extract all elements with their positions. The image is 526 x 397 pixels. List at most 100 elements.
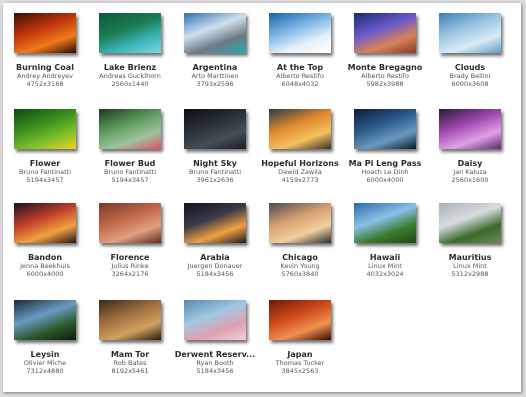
- wallpaper-title: Chicago: [282, 253, 318, 262]
- wallpaper-tile[interactable]: Derwent Reserv... Ryan Booth 5184x3456: [173, 300, 257, 375]
- wallpaper-title: Ma Pi Leng Pass: [348, 159, 422, 168]
- wallpaper-resolution: 7312x4880: [26, 367, 64, 375]
- wallpaper-author: Bruno Fantinatti: [188, 168, 242, 176]
- wallpaper-thumbnail[interactable]: [14, 109, 76, 149]
- wallpaper-title: Japan: [287, 350, 313, 359]
- wallpaper-thumbnail[interactable]: [269, 13, 331, 53]
- wallpaper-thumbnail[interactable]: [269, 109, 331, 149]
- wallpaper-resolution: 4752x3168: [26, 80, 64, 88]
- wallpaper-author: Arto Marttinen: [191, 72, 239, 80]
- wallpaper-tile[interactable]: Hopeful Horizons Dawid Zawila 4159x2773: [258, 109, 342, 184]
- wallpaper-thumbnail[interactable]: [439, 109, 501, 149]
- wallpaper-title: Hopeful Horizons: [261, 159, 339, 168]
- wallpaper-thumbnail[interactable]: [269, 203, 331, 243]
- wallpaper-tile[interactable]: Burning Coal Andrey Andreyev 4752x3168: [3, 13, 87, 88]
- wallpaper-thumbnail[interactable]: [269, 300, 331, 340]
- wallpaper-tile[interactable]: Mauritius Linux Mint 5312x2988: [428, 203, 512, 278]
- wallpaper-thumbnail[interactable]: [14, 300, 76, 340]
- wallpaper-tile[interactable]: Chicago Kevin Young 5760x3840: [258, 203, 342, 278]
- wallpaper-resolution: 6000x3608: [451, 80, 489, 88]
- wallpaper-resolution: 6000x4000: [26, 270, 64, 278]
- wallpaper-author: Dawid Zawila: [278, 168, 322, 176]
- wallpaper-author: Linux Mint: [368, 262, 402, 270]
- wallpaper-tile[interactable]: Daisy Jan Kaluza 2560x1600: [428, 109, 512, 184]
- wallpaper-thumbnail[interactable]: [439, 203, 501, 243]
- wallpaper-thumbnail[interactable]: [99, 203, 161, 243]
- wallpaper-tile[interactable]: Night Sky Bruno Fantinatti 3961x2636: [173, 109, 257, 184]
- wallpaper-thumbnail[interactable]: [99, 109, 161, 149]
- wallpaper-author: Olivier Miche: [23, 359, 67, 367]
- wallpaper-thumbnail[interactable]: [184, 300, 246, 340]
- wallpaper-author: Linux Mint: [453, 262, 487, 270]
- wallpaper-title: Burning Coal: [16, 63, 74, 72]
- wallpaper-title: Monte Bregagno: [347, 63, 423, 72]
- wallpaper-tile[interactable]: Clouds Brady Bellini 6000x3608: [428, 13, 512, 88]
- wallpaper-title: Argentina: [192, 63, 238, 72]
- wallpaper-title: Clouds: [454, 63, 486, 72]
- wallpaper-author: Hoach Le Dinh: [361, 168, 409, 176]
- wallpaper-title: Hawaii: [369, 253, 401, 262]
- wallpaper-author: Kevin Young: [280, 262, 320, 270]
- wallpaper-title: Leysin: [30, 350, 60, 359]
- wallpaper-tile[interactable]: Lake Brienz Andreas Gucklhorn 2560x1440: [88, 13, 172, 88]
- wallpaper-author: Thomas Tucker: [275, 359, 325, 367]
- wallpaper-tile[interactable]: Arabia Juergen Donauer 5184x3456: [173, 203, 257, 278]
- wallpaper-resolution: 5194x3457: [111, 176, 149, 184]
- wallpaper-tile[interactable]: Bandon Jenna Beekhuis 6000x4000: [3, 203, 87, 278]
- wallpaper-thumbnail[interactable]: [14, 13, 76, 53]
- wallpaper-author: Andreas Gucklhorn: [99, 72, 161, 80]
- wallpaper-browser: Burning Coal Andrey Andreyev 4752x3168 Lake…: [3, 3, 521, 392]
- wallpaper-tile[interactable]: Florence Julius Rinke 3264x2176: [88, 203, 172, 278]
- wallpaper-resolution: 8192x5461: [111, 367, 149, 375]
- wallpaper-title: Bandon: [27, 253, 63, 262]
- wallpaper-resolution: 2560x1600: [451, 176, 489, 184]
- wallpaper-resolution: 3264x2176: [111, 270, 149, 278]
- wallpaper-thumbnail[interactable]: [184, 109, 246, 149]
- wallpaper-resolution: 3793x2596: [196, 80, 234, 88]
- wallpaper-tile[interactable]: Mam Tor Rob Bates 8192x5461: [88, 300, 172, 375]
- wallpaper-thumbnail[interactable]: [354, 109, 416, 149]
- wallpaper-title: Mauritius: [448, 253, 492, 262]
- wallpaper-thumbnail[interactable]: [184, 13, 246, 53]
- wallpaper-thumbnail[interactable]: [354, 13, 416, 53]
- wallpaper-resolution: 5194x3457: [26, 176, 64, 184]
- wallpaper-title: Mam Tor: [110, 350, 150, 359]
- wallpaper-author: Bruno Fantinatti: [103, 168, 157, 176]
- wallpaper-author: Alberto Restifo: [361, 72, 409, 80]
- wallpaper-tile[interactable]: Argentina Arto Marttinen 3793x2596: [173, 13, 257, 88]
- wallpaper-author: Julius Rinke: [111, 262, 149, 270]
- wallpaper-resolution: 5982x3988: [366, 80, 404, 88]
- wallpaper-tile[interactable]: Flower Bud Bruno Fantinatti 5194x3457: [88, 109, 172, 184]
- wallpaper-tile[interactable]: Flower Bruno Fantinatti 5194x3457: [3, 109, 87, 184]
- wallpaper-grid: Burning Coal Andrey Andreyev 4752x3168 Lake…: [3, 3, 521, 392]
- wallpaper-title: Daisy: [457, 159, 483, 168]
- wallpaper-resolution: 5760x3840: [281, 270, 319, 278]
- wallpaper-resolution: 6000x4000: [366, 176, 404, 184]
- wallpaper-author: Juergen Donauer: [187, 262, 243, 270]
- wallpaper-thumbnail[interactable]: [14, 203, 76, 243]
- wallpaper-resolution: 3961x2636: [196, 176, 234, 184]
- wallpaper-tile[interactable]: Hawaii Linux Mint 4032x3024: [343, 203, 427, 278]
- wallpaper-author: Ryan Booth: [196, 359, 234, 367]
- wallpaper-thumbnail[interactable]: [99, 300, 161, 340]
- wallpaper-title: Night Sky: [193, 159, 237, 168]
- wallpaper-title: Arabia: [200, 253, 230, 262]
- wallpaper-title: Flower Bud: [104, 159, 156, 168]
- wallpaper-resolution: 4159x2773: [281, 176, 319, 184]
- wallpaper-resolution: 6048x4032: [281, 80, 319, 88]
- wallpaper-thumbnail[interactable]: [184, 203, 246, 243]
- wallpaper-tile[interactable]: Leysin Olivier Miche 7312x4880: [3, 300, 87, 375]
- wallpaper-thumbnail[interactable]: [99, 13, 161, 53]
- wallpaper-resolution: 4032x3024: [366, 270, 404, 278]
- wallpaper-title: Lake Brienz: [103, 63, 157, 72]
- wallpaper-tile[interactable]: Ma Pi Leng Pass Hoach Le Dinh 6000x4000: [343, 109, 427, 184]
- wallpaper-thumbnail[interactable]: [354, 203, 416, 243]
- wallpaper-title: Florence: [110, 253, 150, 262]
- wallpaper-tile[interactable]: Monte Bregagno Alberto Restifo 5982x3988: [343, 13, 427, 88]
- wallpaper-thumbnail[interactable]: [439, 13, 501, 53]
- wallpaper-tile[interactable]: At the Top Alberto Restifo 6048x4032: [258, 13, 342, 88]
- wallpaper-tile[interactable]: Japan Thomas Tucker 3845x2563: [258, 300, 342, 375]
- wallpaper-resolution: 5184x3456: [196, 270, 234, 278]
- wallpaper-author: Bruno Fantinatti: [18, 168, 72, 176]
- wallpaper-author: Rob Bates: [113, 359, 147, 367]
